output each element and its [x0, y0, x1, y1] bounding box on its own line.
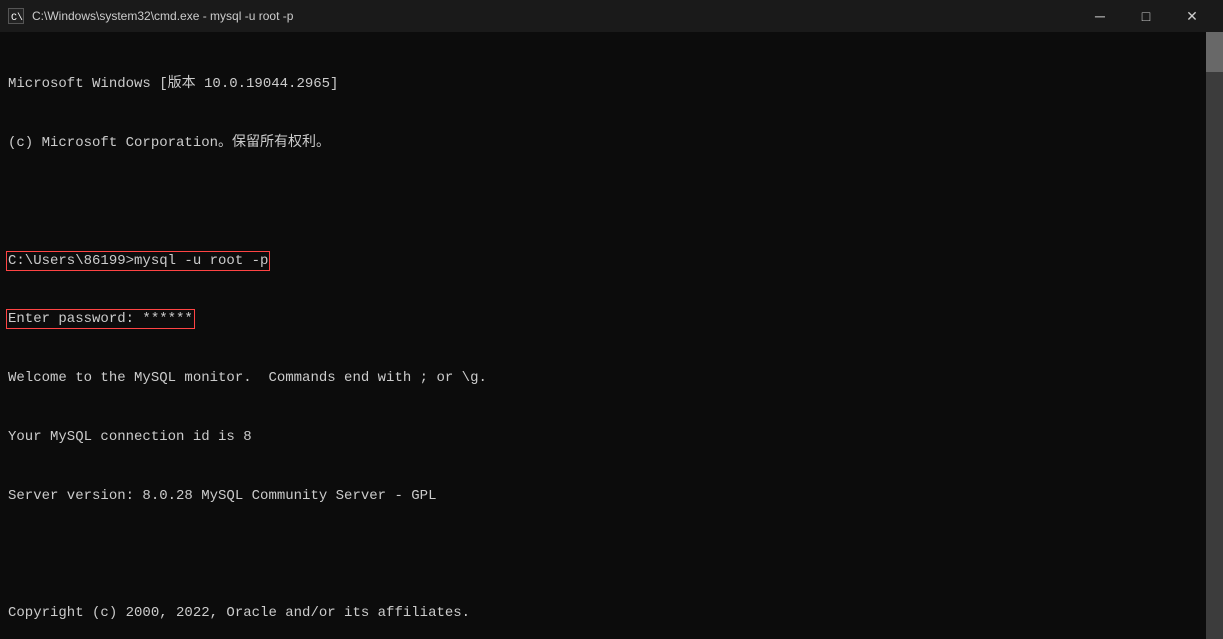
terminal-line-6: Welcome to the MySQL monitor. Commands e… — [8, 369, 1215, 389]
terminal-line-1: Microsoft Windows [版本 10.0.19044.2965] — [8, 75, 1215, 95]
terminal-body[interactable]: Microsoft Windows [版本 10.0.19044.2965] (… — [0, 32, 1223, 639]
terminal-line-8: Server version: 8.0.28 MySQL Community S… — [8, 487, 1215, 507]
command-highlight-1: C:\Users\86199>mysql -u root -p — [8, 253, 268, 269]
close-button[interactable]: ✕ — [1169, 0, 1215, 32]
window-title: C:\Windows\system32\cmd.exe - mysql -u r… — [32, 9, 293, 23]
terminal-line-4: C:\Users\86199>mysql -u root -p — [8, 252, 1215, 272]
terminal-line-3 — [8, 193, 1215, 213]
window-controls: ─ □ ✕ — [1077, 0, 1215, 32]
svg-text:C\: C\ — [11, 12, 23, 23]
terminal-line-9 — [8, 545, 1215, 565]
cmd-icon: C\ — [8, 8, 24, 24]
scrollbar[interactable] — [1206, 32, 1223, 639]
terminal-line-5: Enter password: ****** — [8, 310, 1215, 330]
cmd-window: C\ C:\Windows\system32\cmd.exe - mysql -… — [0, 0, 1223, 639]
terminal-line-7: Your MySQL connection id is 8 — [8, 428, 1215, 448]
terminal-line-10: Copyright (c) 2000, 2022, Oracle and/or … — [8, 604, 1215, 624]
command-highlight-2: Enter password: ****** — [8, 311, 193, 327]
minimize-button[interactable]: ─ — [1077, 0, 1123, 32]
terminal-content: Microsoft Windows [版本 10.0.19044.2965] (… — [8, 36, 1215, 639]
scrollbar-thumb[interactable] — [1206, 32, 1223, 72]
maximize-button[interactable]: □ — [1123, 0, 1169, 32]
title-bar: C\ C:\Windows\system32\cmd.exe - mysql -… — [0, 0, 1223, 32]
terminal-line-2: (c) Microsoft Corporation。保留所有权利。 — [8, 134, 1215, 154]
title-bar-left: C\ C:\Windows\system32\cmd.exe - mysql -… — [8, 8, 293, 24]
